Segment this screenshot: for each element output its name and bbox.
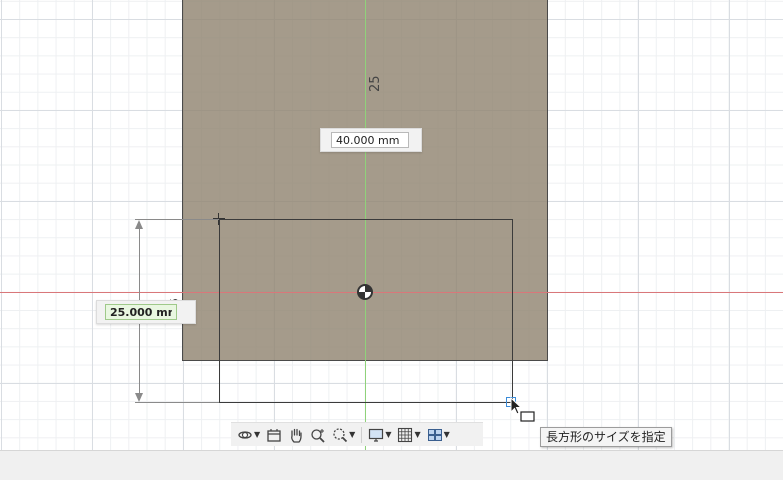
toolbar-divider: [361, 426, 363, 443]
zoom-window-icon: [333, 427, 348, 442]
sketch-rectangle-preview: [219, 219, 513, 403]
viewports-button[interactable]: ▼: [425, 425, 452, 445]
fit-button[interactable]: ▼: [330, 425, 357, 445]
height-dimension-box: [96, 300, 196, 324]
height-dimension-input[interactable]: [105, 304, 177, 320]
dimension-extension-line-top: [135, 219, 219, 220]
zoom-button[interactable]: [308, 425, 328, 445]
look-at-icon: [267, 428, 281, 442]
navigation-toolbar: ▼ ▼ ▼ ▼ ▼: [231, 422, 483, 446]
hand-icon: [291, 428, 302, 443]
sketch-canvas[interactable]: 25 5 ▼ ▼: [0, 0, 783, 450]
look-at-button[interactable]: [264, 425, 284, 445]
grid-icon: [398, 427, 413, 442]
chevron-down-icon: ▼: [349, 430, 356, 439]
width-dimension-box: [320, 128, 422, 152]
body-dimension-label: 25: [368, 75, 383, 92]
chevron-down-icon: ▼: [385, 430, 392, 439]
zoom-icon: [311, 428, 325, 443]
viewports-icon: [427, 428, 442, 441]
cursor-rectangle-icon: [510, 397, 535, 422]
width-dimension-input[interactable]: [331, 132, 409, 148]
bottom-status-bar: [0, 450, 783, 480]
origin-point-icon[interactable]: [357, 284, 373, 300]
dimension-extension-line-bottom: [135, 402, 219, 403]
grid-snaps-button[interactable]: ▼: [395, 425, 422, 445]
orbit-button[interactable]: ▼: [235, 425, 262, 445]
dimension-arrow-up-icon: [135, 220, 143, 229]
chevron-down-icon: ▼: [414, 430, 421, 439]
cursor-tooltip: 長方形のサイズを指定: [540, 427, 672, 447]
chevron-down-icon: ▼: [443, 430, 450, 439]
display-settings-button[interactable]: ▼: [366, 425, 393, 445]
chevron-down-icon: ▼: [254, 430, 261, 439]
pan-button[interactable]: [286, 425, 306, 445]
dimension-arrow-down-icon: [135, 393, 143, 402]
monitor-icon: [369, 428, 384, 442]
orbit-icon: [238, 430, 252, 439]
